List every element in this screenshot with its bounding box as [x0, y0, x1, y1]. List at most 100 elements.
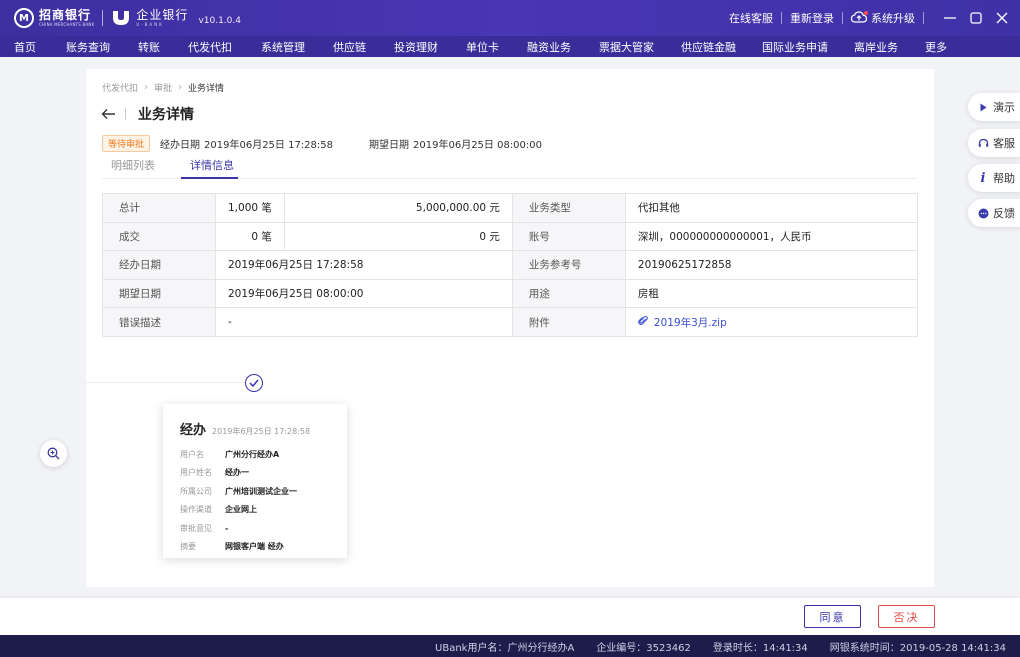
info-icon: i — [980, 170, 986, 186]
cloud-upgrade-icon[interactable] — [850, 10, 868, 26]
demo-label: 演示 — [993, 101, 1015, 114]
expect-date-label: 期望日期 — [102, 278, 216, 309]
expect-date-value: 2019年06月25日 08:00:00 — [215, 278, 513, 309]
flow-row-value: 网银客户端 经办 — [225, 542, 284, 552]
nav-financing[interactable]: 融资业务 — [527, 39, 571, 55]
relogin-link[interactable]: 重新登录 — [790, 10, 834, 26]
attachment-link[interactable]: 2019年3月.zip — [638, 315, 905, 330]
status-bar: UBank用户名：广州分行经办A 企业编号：3523462 登录时长：14:41… — [0, 635, 1020, 657]
flow-row: 用户姓名 经办一 — [180, 464, 330, 483]
flow-row-value: 经办一 — [225, 468, 249, 478]
nav-intl-business[interactable]: 国际业务申请 — [762, 39, 828, 55]
flow-row-label: 用户名 — [180, 449, 204, 459]
nav-account-query[interactable]: 账务查询 — [66, 39, 110, 55]
tab-detail-list[interactable]: 明细列表 — [111, 157, 155, 173]
ubank-logo: 企业银行 U·BANK — [111, 9, 188, 27]
flow-row-label: 所属公司 — [180, 486, 212, 496]
biz-type-value: 代扣其他 — [624, 193, 919, 223]
feedback-button[interactable]: 反馈 — [968, 199, 1020, 227]
done-label: 成交 — [102, 221, 216, 252]
flow-row: 操作渠道 企业网上 — [180, 501, 330, 520]
nav-offshore[interactable]: 离岸业务 — [854, 39, 898, 55]
biz-type-label: 业务类型 — [511, 193, 626, 223]
service-button[interactable]: 客服 — [968, 129, 1020, 157]
version-label: v10.1.0.4 — [198, 16, 241, 26]
nav-corp-card[interactable]: 单位卡 — [466, 39, 499, 55]
status-system-time: 网银系统时间：2019-05-28 14:41:34 — [829, 642, 1006, 654]
breadcrumb-separator: › — [178, 82, 183, 93]
cmb-logo-en: CHINA MERCHANTS BANK — [39, 22, 95, 27]
play-icon — [977, 103, 989, 112]
main-nav: 首页 账务查询 转账 代发代扣 系统管理 供应链 投资理财 单位卡 融资业务 票… — [0, 36, 1020, 57]
agree-button[interactable]: 同意 — [804, 605, 861, 628]
system-upgrade-link[interactable]: 系统升级 — [871, 10, 915, 26]
title-divider — [923, 12, 924, 24]
purpose-value: 房租 — [624, 278, 919, 309]
detail-tabs: 明细列表 详情信息 — [102, 153, 917, 179]
status-login-duration: 登录时长：14:41:34 — [712, 642, 808, 654]
status-corp-id: 企业编号：3523462 — [596, 642, 691, 654]
nav-supply-finance[interactable]: 供应链金融 — [681, 39, 736, 55]
breadcrumb: 代发代扣 › 审批 › 业务详情 — [102, 81, 224, 94]
nav-payroll[interactable]: 代发代扣 — [188, 39, 232, 55]
breadcrumb-payroll[interactable]: 代发代扣 — [102, 81, 138, 94]
zoom-in-icon[interactable] — [40, 440, 67, 467]
breadcrumb-current: 业务详情 — [188, 84, 225, 94]
detail-table: 总计 1,000 笔 5,000,000.00 元 业务类型 代扣其他 成交 0… — [102, 193, 919, 337]
nav-transfer[interactable]: 转账 — [138, 39, 160, 55]
purpose-label: 用途 — [511, 278, 626, 309]
table-row: 成交 0 笔 0 元 账号 深圳，000000000000001，人民币 — [102, 221, 919, 252]
reject-button[interactable]: 否决 — [878, 605, 935, 628]
expect-date-label: 期望日期 — [369, 140, 410, 151]
nav-bill-manager[interactable]: 票据大管家 — [599, 39, 654, 55]
attachment-label: 附件 — [511, 307, 626, 337]
cmb-logo-text: 招商银行 — [39, 8, 92, 22]
table-row: 期望日期 2019年06月25日 08:00:00 用途 房租 — [102, 278, 919, 309]
handle-date-value: 2019年06月25日 17:28:58 — [204, 140, 334, 151]
attachment-cell: 2019年3月.zip — [624, 307, 919, 337]
nav-system-admin[interactable]: 系统管理 — [261, 39, 305, 55]
nav-supply-chain[interactable]: 供应链 — [333, 39, 366, 55]
online-service-link[interactable]: 在线客服 — [729, 10, 773, 26]
logo-divider — [102, 10, 104, 26]
expect-date-value: 2019年06月25日 08:00:00 — [413, 140, 543, 151]
cmb-logo: M 招商银行 CHINA MERCHANTS BANK — [14, 8, 94, 28]
flow-row-label: 操作渠道 — [180, 505, 212, 515]
attachment-name: 2019年3月.zip — [653, 316, 727, 329]
minimize-icon[interactable] — [942, 10, 958, 26]
account-value: 深圳，000000000000001，人民币 — [624, 221, 919, 252]
back-arrow-icon[interactable] — [101, 106, 117, 122]
breadcrumb-approval[interactable]: 审批 — [154, 81, 172, 94]
nav-more[interactable]: 更多 — [925, 39, 947, 55]
demo-button[interactable]: 演示 — [968, 93, 1020, 121]
breadcrumb-separator: › — [144, 82, 149, 93]
check-circle-icon — [245, 374, 263, 392]
ubank-logo-text: 企业银行 — [136, 8, 189, 22]
ubank-logo-icon — [111, 9, 131, 27]
error-value: - — [215, 307, 513, 337]
maximize-icon[interactable] — [968, 10, 984, 26]
close-icon[interactable] — [994, 10, 1010, 26]
headset-icon — [977, 138, 989, 149]
active-tab-indicator — [181, 177, 238, 179]
nav-home[interactable]: 首页 — [14, 39, 36, 55]
tab-detail-info[interactable]: 详情信息 — [190, 157, 234, 173]
flow-row: 所属公司 广州培训测试企业一 — [180, 482, 330, 501]
action-bar: 同意 否决 — [0, 598, 1020, 635]
flow-row-label: 审批意见 — [180, 523, 212, 533]
detail-card: 代发代扣 › 审批 › 业务详情 业务详情 等待审批 经办日期 2019年06月… — [86, 69, 934, 587]
title-divider — [781, 12, 782, 24]
help-button[interactable]: i 帮助 — [968, 164, 1020, 192]
done-count: 0 笔 — [215, 221, 285, 252]
title-divider — [842, 12, 843, 24]
flow-line — [86, 382, 256, 383]
flow-row-value: 企业网上 — [225, 505, 257, 515]
chat-bubble-icon — [977, 208, 989, 219]
flow-row: 用户名 广州分行经办A — [180, 445, 330, 464]
flow-row-label: 用户姓名 — [180, 468, 212, 478]
flow-step-time: 2019年6月25日 17:28:58 — [212, 427, 311, 436]
handle-date-label: 经办日期 — [102, 250, 216, 280]
title-bar: M 招商银行 CHINA MERCHANTS BANK 企业银行 U·BANK … — [0, 0, 1020, 36]
status-badge: 等待审批 — [102, 135, 151, 152]
nav-investment[interactable]: 投资理财 — [394, 39, 438, 55]
